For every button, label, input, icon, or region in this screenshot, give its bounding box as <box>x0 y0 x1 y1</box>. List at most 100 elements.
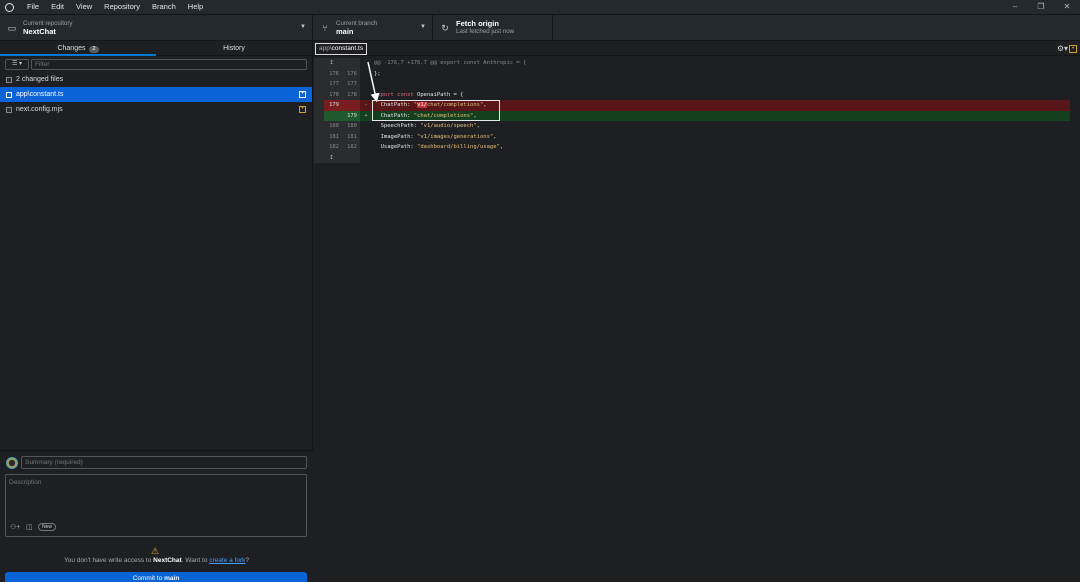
warning-text-prefix: You don't have write access to <box>63 557 154 564</box>
hunk-text: @@ -176,7 +176,7 @@ export const Anthrop… <box>374 60 527 66</box>
current-repository-button[interactable]: ▭ Current repository NextChat ▼ <box>0 15 313 41</box>
menu-help[interactable]: Help <box>182 0 209 14</box>
modified-icon: • <box>299 106 306 113</box>
modified-icon: • <box>299 91 306 98</box>
file-checkbox[interactable] <box>6 106 12 113</box>
old-line-number: 179 <box>324 100 342 111</box>
new-line-number: 178 <box>342 89 360 100</box>
old-line-number: 181 <box>324 131 342 142</box>
line-code: ImagePath: "v1/images/generations", <box>370 132 1070 143</box>
code-text: SpeechPath: <box>374 123 421 129</box>
string-literal: "dashboard/billing/usage" <box>417 144 500 150</box>
select-all-checkbox[interactable] <box>6 76 12 83</box>
warning-text-mid: . Want to <box>181 557 210 564</box>
changes-sidebar: Changes 2 History ☰ ▾ 2 changed files ap… <box>0 42 313 582</box>
old-line-number <box>324 110 342 121</box>
expand-footer: ↧ <box>314 152 1070 163</box>
diff-line: 176 176 }; <box>314 68 1070 79</box>
new-line-number: 177 <box>342 79 360 90</box>
annotation-arrow-icon <box>367 61 380 103</box>
sync-icon: ↻ <box>441 22 449 33</box>
new-line-number: 182 <box>342 142 360 153</box>
toolbar: ▭ Current repository NextChat ▼ ⑂ Curren… <box>0 14 1080 41</box>
filter-options-button[interactable]: ☰ ▾ <box>5 58 29 70</box>
diff-header: app\constant.ts ⚙▾ • <box>314 42 1080 56</box>
warning-repo-name: NextChat <box>153 557 182 564</box>
file-path: app\constant.ts <box>315 43 368 55</box>
repo-icon: ▭ <box>7 22 17 33</box>
title-bar: File Edit View Repository Branch Help – … <box>0 0 1080 14</box>
string-literal: "v1/audio/speech" <box>420 123 477 129</box>
menu-edit[interactable]: Edit <box>45 0 70 14</box>
new-line-number <box>342 100 360 111</box>
warning-text-suffix: ? <box>245 557 250 564</box>
line-code: export const OpenaiPath = { <box>370 90 1070 101</box>
code-text: , <box>476 123 480 129</box>
close-button[interactable]: ✕ <box>1054 0 1080 14</box>
diff-line: 178 178 export const OpenaiPath = { <box>314 89 1070 101</box>
file-name: app\constant.ts <box>16 91 64 98</box>
avatar <box>6 457 18 469</box>
code-text: UsagePath: <box>374 144 418 150</box>
old-line-number: 182 <box>324 142 342 153</box>
summary-input[interactable] <box>21 456 307 469</box>
current-branch-button[interactable]: ⑂ Current branch main ▼ <box>313 15 433 41</box>
commit-panel: ⚇+ ◫ New ⚠ You don't have write access t… <box>0 450 313 582</box>
maximize-button[interactable]: ❐ <box>1028 0 1054 14</box>
branch-icon: ⑂ <box>322 23 328 33</box>
copilot-icon[interactable]: ◫ <box>26 523 33 531</box>
create-fork-link[interactable]: create a fork <box>209 557 245 564</box>
filter-input[interactable] <box>31 58 307 70</box>
old-line-number: 177 <box>324 79 342 90</box>
commit-button-branch: main <box>164 575 180 582</box>
chevron-down-icon: ▼ <box>420 24 426 30</box>
minimize-button[interactable]: – <box>1002 0 1028 14</box>
diff-view: app\constant.ts ⚙▾ • ↥ @@ -176,7 +176,7 … <box>314 42 1080 582</box>
commit-button[interactable]: Commit to main <box>5 572 307 582</box>
file-path-dir: app\ <box>319 45 332 52</box>
file-checkbox[interactable] <box>6 91 12 98</box>
tab-history[interactable]: History <box>156 42 312 55</box>
branch-name: main <box>336 27 354 36</box>
github-logo-icon <box>0 0 18 14</box>
old-line-number: 180 <box>324 121 342 132</box>
add-coauthor-icon[interactable]: ⚇+ <box>10 523 20 531</box>
menu-branch[interactable]: Branch <box>146 0 182 14</box>
tab-history-label: History <box>223 45 245 52</box>
diff-line: 182 182 UsagePath: "dashboard/billing/us… <box>314 142 1070 153</box>
write-access-warning: You don't have write access to NextChat.… <box>0 557 313 564</box>
gear-icon[interactable]: ⚙▾ <box>1057 44 1068 53</box>
annotation-highlight-box <box>372 100 500 121</box>
select-all-row[interactable]: 2 changed files <box>0 72 312 87</box>
fetch-status: Last fetched just now <box>456 28 515 35</box>
line-code: }; <box>374 70 381 77</box>
tab-changes[interactable]: Changes 2 <box>0 42 156 56</box>
new-line-number: 180 <box>342 121 360 132</box>
old-line-number: 176 <box>324 68 342 79</box>
file-item[interactable]: app\constant.ts • <box>0 87 312 102</box>
line-code: SpeechPath: "v1/audio/speech", <box>370 121 1070 132</box>
file-name: next.config.mjs <box>16 106 63 113</box>
file-path-name: constant.ts <box>331 45 364 52</box>
new-line-number: 181 <box>342 131 360 142</box>
tab-changes-label: Changes <box>57 45 86 52</box>
menu-view[interactable]: View <box>70 0 98 14</box>
diff-line: 181 181 ImagePath: "v1/images/generation… <box>314 131 1070 143</box>
warning-icon: ⚠ <box>151 546 160 556</box>
fetch-origin-button[interactable]: ↻ Fetch origin Last fetched just now <box>433 15 553 41</box>
open-file-icon[interactable]: • <box>1069 45 1077 53</box>
code-text: , <box>499 144 504 150</box>
expand-down-icon[interactable]: ↧ <box>324 152 342 163</box>
file-item[interactable]: next.config.mjs • <box>0 102 312 117</box>
expand-up-icon[interactable]: ↥ <box>324 58 342 69</box>
diff-line: 180 180 SpeechPath: "v1/audio/speech", <box>314 121 1070 132</box>
diff-line: 177 177 <box>314 79 1070 90</box>
line-code: UsagePath: "dashboard/billing/usage", <box>370 142 1070 153</box>
menu-file[interactable]: File <box>21 0 45 14</box>
menu-repository[interactable]: Repository <box>98 0 146 14</box>
new-line-number: 176 <box>342 68 360 79</box>
hunk-header: ↥ @@ -176,7 +176,7 @@ export const Anthr… <box>314 58 1070 69</box>
changes-count-badge: 2 <box>89 46 99 53</box>
chevron-down-icon: ▼ <box>300 24 306 30</box>
sidebar-tabs: Changes 2 History <box>0 42 312 56</box>
